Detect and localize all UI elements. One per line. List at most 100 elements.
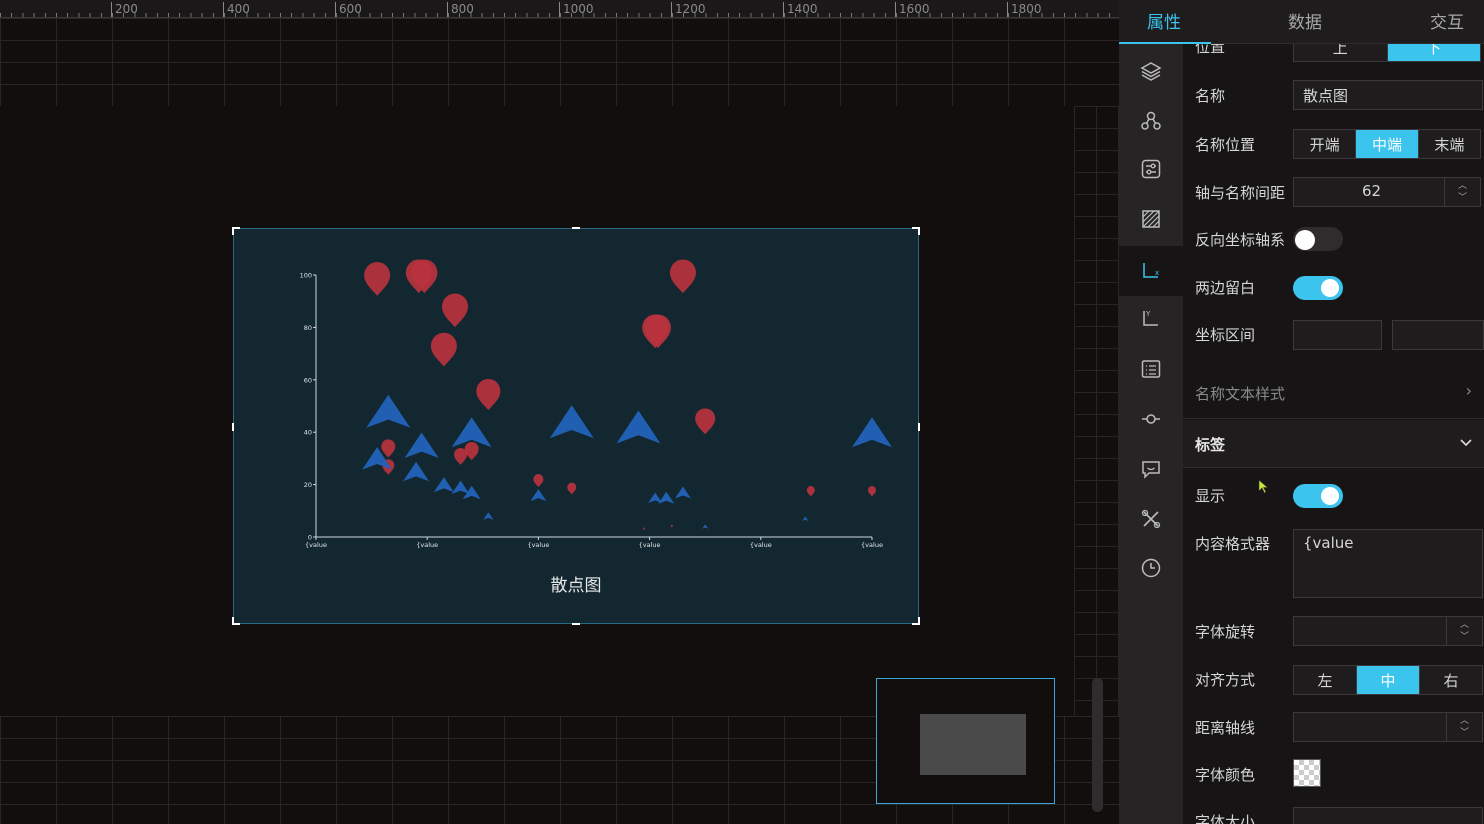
- chevron-right-icon: ›: [1465, 381, 1472, 400]
- layers-icon[interactable]: [1119, 46, 1183, 96]
- scatter-point-pin: [868, 486, 876, 497]
- x-tick-label: {value: [416, 541, 438, 549]
- chevron-down-icon[interactable]: ﹀: [1460, 727, 1469, 739]
- ruler-label: 1800: [1007, 2, 1042, 17]
- align-center[interactable]: 中: [1357, 666, 1420, 694]
- tab-interaction[interactable]: 交互: [1430, 8, 1464, 33]
- label-show-toggle[interactable]: [1293, 484, 1343, 508]
- rotate-stepper[interactable]: ︿ ﹀: [1446, 617, 1482, 645]
- range-min-input[interactable]: [1293, 320, 1382, 350]
- minimap[interactable]: [876, 678, 1055, 804]
- align-left[interactable]: 左: [1294, 666, 1357, 694]
- range-max-input[interactable]: [1392, 320, 1484, 350]
- chevron-down-icon[interactable]: ﹀: [1460, 631, 1469, 643]
- marker-line-icon[interactable]: [1119, 394, 1183, 444]
- scatter-point-pin: [533, 473, 544, 487]
- inverse-label: 反向坐标轴系: [1195, 231, 1286, 249]
- canvas-grid: [1074, 106, 1119, 716]
- chevron-up-icon[interactable]: ︿: [1460, 619, 1469, 631]
- tools-icon[interactable]: [1119, 494, 1183, 544]
- toggle-knob: [1321, 279, 1339, 297]
- hatch-icon[interactable]: [1119, 194, 1183, 244]
- tab-properties[interactable]: 属性: [1147, 8, 1181, 33]
- scatter-point-pin: [476, 378, 501, 411]
- name-input[interactable]: 散点图: [1293, 80, 1483, 110]
- chat-icon[interactable]: [1119, 444, 1183, 494]
- x-tick-label: {value: [861, 541, 883, 549]
- minimap-viewport[interactable]: [920, 714, 1026, 775]
- chevron-up-icon[interactable]: ︿: [1458, 180, 1467, 192]
- boundary-gap-toggle[interactable]: [1293, 276, 1343, 300]
- horizontal-ruler: 200 400 600 800 1000 1200 1400 1600 1800: [0, 0, 1119, 18]
- formatter-label: 内容格式器: [1195, 535, 1271, 553]
- margin-stepper[interactable]: ︿ ﹀: [1446, 713, 1482, 741]
- resize-handle-bottom-left[interactable]: [232, 617, 240, 625]
- svg-text:Y: Y: [1145, 310, 1151, 318]
- vertical-scrollbar[interactable]: [1092, 678, 1103, 812]
- position-segmented: 上 下: [1293, 44, 1481, 62]
- name-gap-input[interactable]: 62 ︿ ﹀: [1293, 177, 1481, 207]
- scatter-point-triangle: [433, 477, 454, 493]
- y-tick-label: 100: [300, 272, 312, 280]
- name-gap-stepper[interactable]: ︿ ﹀: [1444, 178, 1480, 206]
- nodes-icon[interactable]: [1119, 96, 1183, 146]
- toggle-knob: [1295, 230, 1315, 250]
- formatter-textarea[interactable]: {value: [1293, 529, 1483, 598]
- font-size-input[interactable]: [1293, 807, 1483, 824]
- position-option-bottom[interactable]: 下: [1387, 44, 1480, 61]
- chevron-down-icon[interactable]: ﹀: [1458, 192, 1467, 204]
- axis-properties-form: 位置 上 下 名称 散点图 名称位置 开端 中端 末端 轴与名称间距 62 ︿ …: [1183, 44, 1484, 824]
- clock-icon[interactable]: [1119, 543, 1183, 593]
- x-axis-icon[interactable]: x: [1119, 246, 1183, 296]
- scatter-point-triangle: [702, 524, 709, 529]
- tab-data[interactable]: 数据: [1288, 8, 1322, 33]
- inverse-toggle[interactable]: [1293, 227, 1343, 251]
- label-section-header[interactable]: 标签: [1183, 420, 1484, 468]
- scatter-point-pin: [381, 439, 396, 458]
- y-tick-label: 60: [304, 376, 312, 384]
- resize-handle-bottom-right[interactable]: [912, 617, 920, 625]
- name-position-end[interactable]: 末端: [1418, 130, 1480, 158]
- y-axis: 020406080100: [300, 272, 317, 542]
- name-position-label: 名称位置: [1195, 136, 1256, 154]
- resize-handle-top[interactable]: [572, 227, 580, 230]
- rotate-input[interactable]: ︿ ﹀: [1293, 616, 1483, 646]
- list-icon[interactable]: [1119, 344, 1183, 394]
- sliders-icon[interactable]: [1119, 144, 1183, 194]
- resize-handle-bottom[interactable]: [572, 622, 580, 625]
- label-show-label: 显示: [1195, 487, 1226, 505]
- name-text-style-row[interactable]: 名称文本样式 ›: [1183, 365, 1484, 419]
- scatter-point-triangle: [404, 432, 439, 459]
- scatter-point-triangle: [549, 405, 594, 439]
- ruler-label: 1200: [671, 2, 706, 17]
- name-position-start[interactable]: 开端: [1294, 130, 1357, 158]
- y-tick-label: 20: [304, 481, 312, 489]
- scatter-point-pin: [644, 314, 671, 349]
- y-tick-label: 40: [304, 429, 312, 437]
- scatter-point-pin: [364, 262, 391, 296]
- scatter-point-triangle: [616, 410, 661, 444]
- font-color-swatch[interactable]: [1293, 759, 1321, 787]
- font-color-label: 字体颜色: [1195, 766, 1256, 784]
- name-position-middle[interactable]: 中端: [1356, 130, 1419, 158]
- chevron-up-icon[interactable]: ︿: [1460, 715, 1469, 727]
- ruler-label: 800: [447, 2, 474, 17]
- font-size-label: 字体大小: [1195, 813, 1256, 824]
- resize-handle-right[interactable]: [917, 423, 920, 431]
- resize-handle-top-right[interactable]: [912, 227, 920, 235]
- align-right[interactable]: 右: [1420, 666, 1482, 694]
- toggle-knob: [1321, 487, 1339, 505]
- scatter-point-triangle: [674, 486, 691, 499]
- resize-handle-left[interactable]: [232, 423, 235, 431]
- margin-input[interactable]: ︿ ﹀: [1293, 712, 1483, 742]
- name-position-segmented: 开端 中端 末端: [1293, 129, 1481, 159]
- editor-canvas[interactable]: 200 400 600 800 1000 1200 1400 1600 1800…: [0, 0, 1119, 824]
- resize-handle-top-left[interactable]: [232, 227, 240, 235]
- y-axis-icon[interactable]: Y: [1119, 294, 1183, 344]
- scatter-chart-component[interactable]: 0 20 40 60 80 100 {value {value {value {value {va…: [232, 227, 920, 625]
- x-tick-label: {value: [527, 541, 549, 549]
- scatter-point-triangle: [451, 480, 470, 494]
- scatter-point-triangle: [403, 461, 430, 482]
- position-option-top[interactable]: 上: [1294, 44, 1388, 61]
- property-category-bar: x Y: [1119, 44, 1183, 824]
